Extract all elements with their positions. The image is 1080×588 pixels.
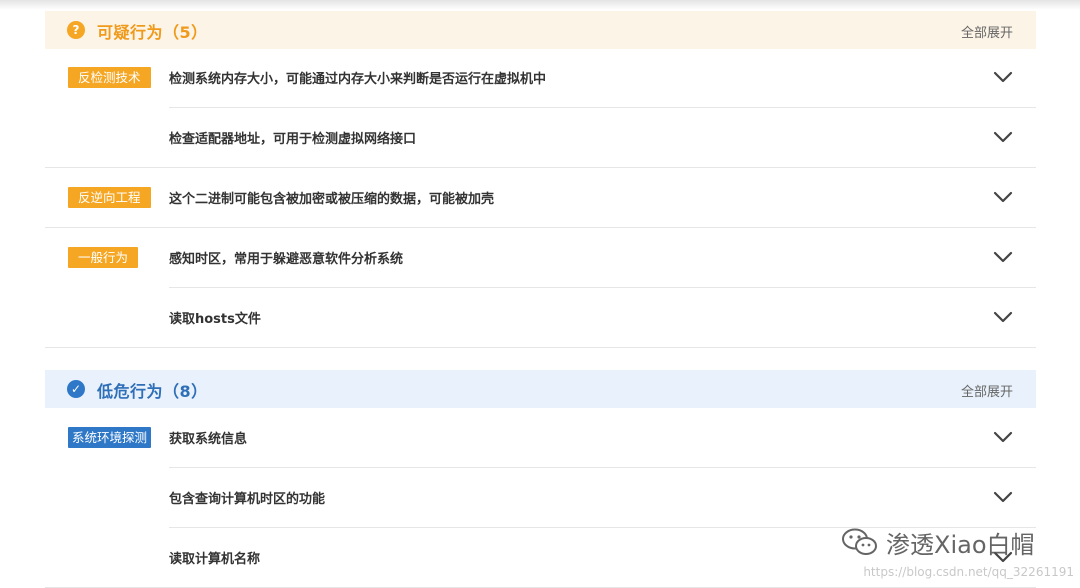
check-circle-icon: ✓ (67, 380, 85, 398)
behavior-description: 检测系统内存大小，可能通过内存大小来判断是否运行在虚拟机中 (169, 72, 547, 87)
behavior-row[interactable]: 读取hosts文件 (45, 288, 1036, 348)
url-watermark: https://blog.csdn.net/qq_32261191 (863, 565, 1074, 579)
chevron-down-icon[interactable] (992, 306, 1014, 328)
wechat-watermark: 渗透Xiao白帽 (840, 522, 1035, 562)
suspicious-section-title: 可疑行为（5） (97, 23, 208, 42)
category-tag-anti-detection: 反检测技术 (68, 67, 151, 88)
chevron-down-icon[interactable] (992, 486, 1014, 508)
lowrisk-section-header: ✓ 低危行为（8） 全部展开 (45, 370, 1036, 408)
question-icon: ? (67, 21, 85, 39)
behavior-row[interactable]: 反逆向工程 这个二进制可能包含被加密或被压缩的数据，可能被加壳 (45, 168, 1036, 228)
behavior-description: 包含查询计算机时区的功能 (169, 492, 326, 507)
chevron-down-icon[interactable] (992, 426, 1014, 448)
top-shadow (0, 0, 1080, 10)
wechat-icon (842, 528, 877, 555)
watermark-text: 渗透Xiao白帽 (886, 530, 1035, 559)
category-tag-system-probe: 系统环境探测 (68, 427, 152, 448)
behavior-row[interactable]: 一般行为 感知时区，常用于躲避恶意软件分析系统 (45, 228, 1036, 288)
category-tag-anti-reverse: 反逆向工程 (68, 187, 151, 208)
behavior-row[interactable]: 检查适配器地址，可用于检测虚拟网络接口 (45, 108, 1036, 168)
chevron-down-icon[interactable] (992, 66, 1014, 88)
chevron-down-icon[interactable] (992, 126, 1014, 148)
behavior-description: 感知时区，常用于躲避恶意软件分析系统 (169, 252, 404, 267)
behavior-description: 检查适配器地址，可用于检测虚拟网络接口 (169, 132, 417, 147)
chevron-down-icon[interactable] (992, 246, 1014, 268)
behavior-description: 获取系统信息 (169, 432, 248, 447)
chevron-down-icon[interactable] (992, 186, 1014, 208)
suspicious-section-header: ? 可疑行为（5） 全部展开 (45, 11, 1036, 49)
category-tag-general: 一般行为 (68, 247, 139, 268)
behavior-description: 这个二进制可能包含被加密或被压缩的数据，可能被加壳 (169, 192, 495, 207)
behavior-description: 读取计算机名称 (169, 552, 261, 567)
expand-all-suspicious-button[interactable]: 全部展开 (961, 22, 1013, 41)
lowrisk-section-title: 低危行为（8） (97, 382, 208, 401)
behavior-row[interactable]: 反检测技术 检测系统内存大小，可能通过内存大小来判断是否运行在虚拟机中 (45, 48, 1036, 108)
expand-all-lowrisk-button[interactable]: 全部展开 (961, 381, 1013, 400)
behavior-row[interactable]: 包含查询计算机时区的功能 (45, 468, 1036, 528)
row-divider (45, 347, 1036, 348)
behavior-description: 读取hosts文件 (169, 312, 261, 327)
behavior-row[interactable]: 系统环境探测 获取系统信息 (45, 408, 1036, 468)
